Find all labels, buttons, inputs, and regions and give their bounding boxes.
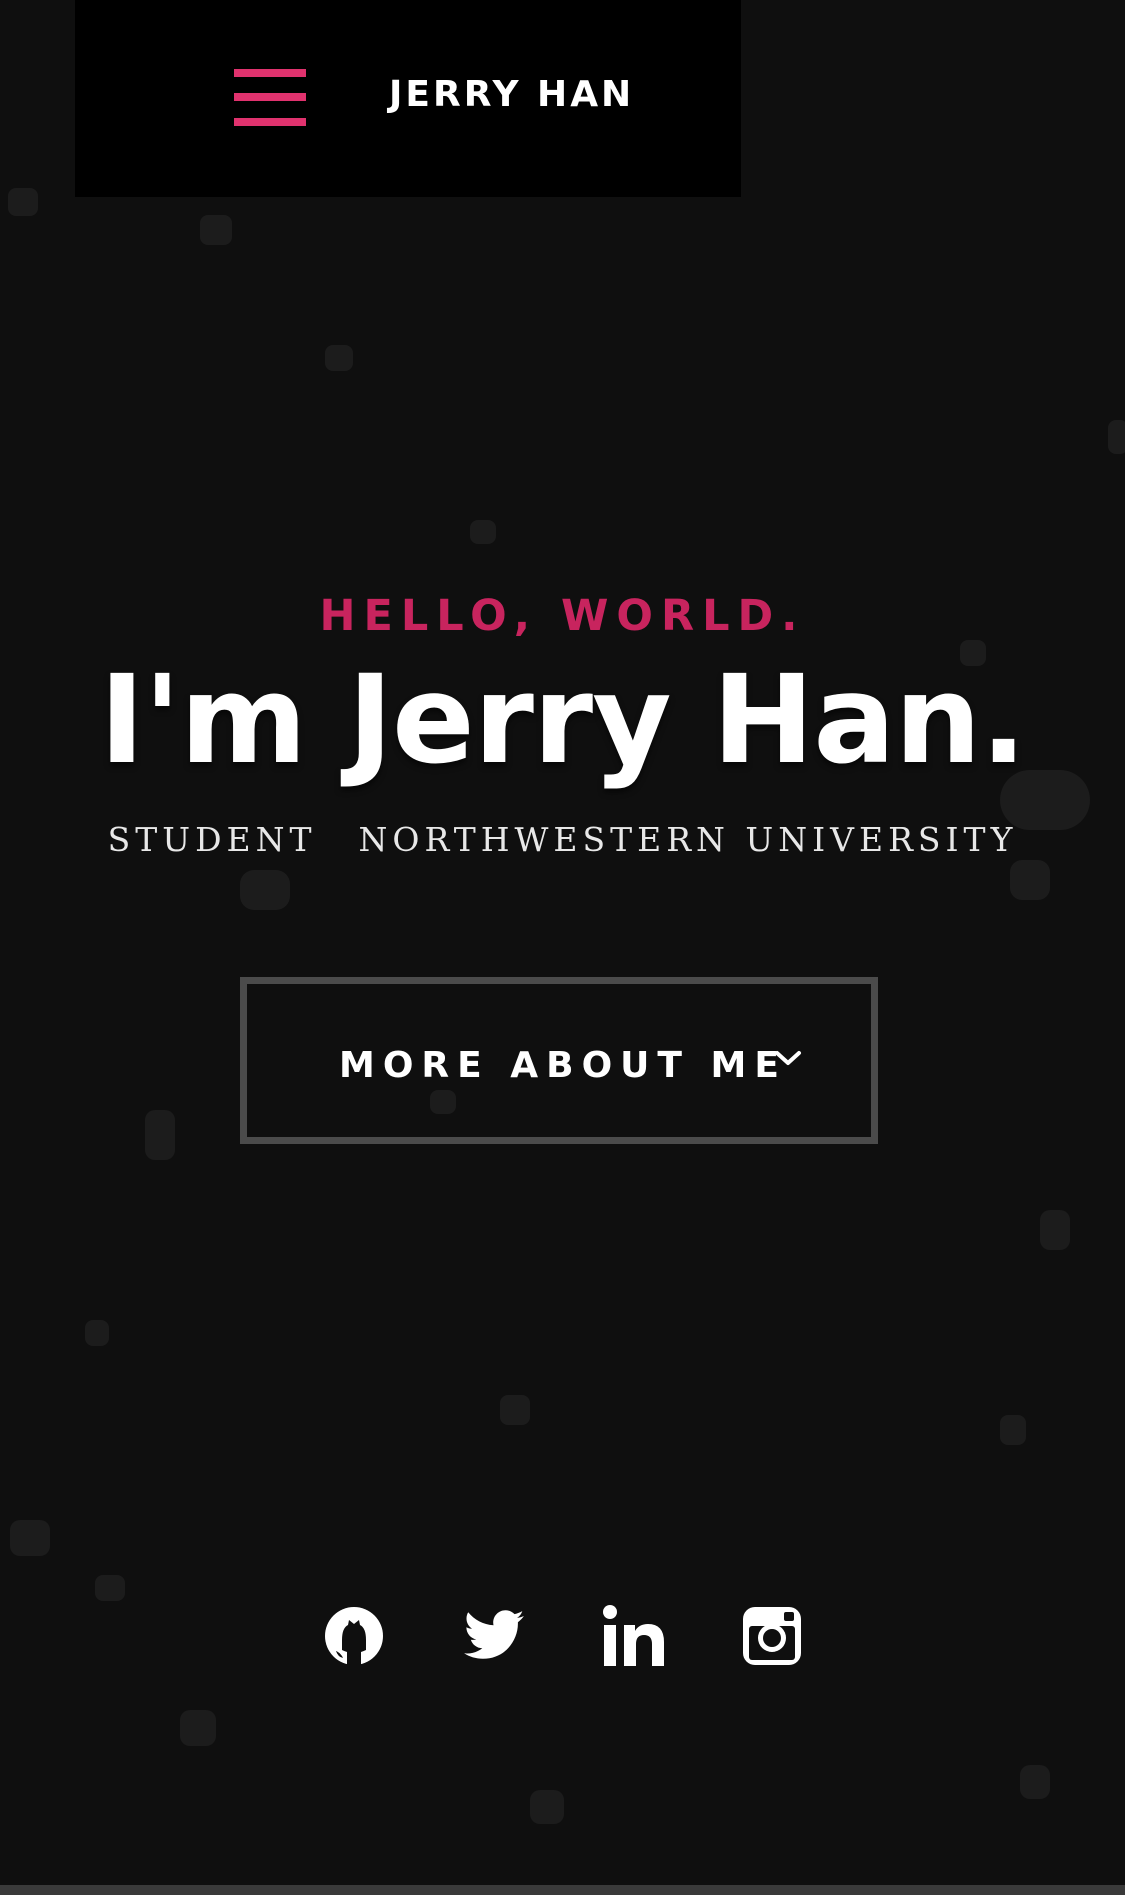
school-text: NORTHWESTERN UNIVERSITY (358, 820, 1018, 859)
greeting-text: HELLO, WORLD. (319, 591, 806, 641)
role-text: STUDENT (107, 820, 317, 859)
bottom-divider (0, 1885, 1125, 1895)
brand-logo[interactable]: JERRY HAN (389, 70, 634, 120)
background-pattern (8, 188, 1125, 1824)
more-about-me-button[interactable]: MORE ABOUT ME (240, 977, 878, 1144)
chevron-down-icon (775, 1051, 801, 1065)
linkedin-icon[interactable] (602, 1604, 666, 1668)
github-icon[interactable] (322, 1604, 386, 1668)
hero-subtitle: STUDENT NORTHWESTERN UNIVERSITY (0, 816, 1125, 864)
more-about-me-label: MORE ABOUT ME (339, 1045, 787, 1086)
twitter-icon[interactable] (462, 1604, 526, 1668)
hero-title: I'm Jerry Han. (99, 649, 1026, 791)
instagram-icon[interactable] (740, 1604, 804, 1668)
site-header: JERRY HAN (75, 0, 741, 197)
hamburger-menu-icon[interactable] (234, 69, 306, 129)
